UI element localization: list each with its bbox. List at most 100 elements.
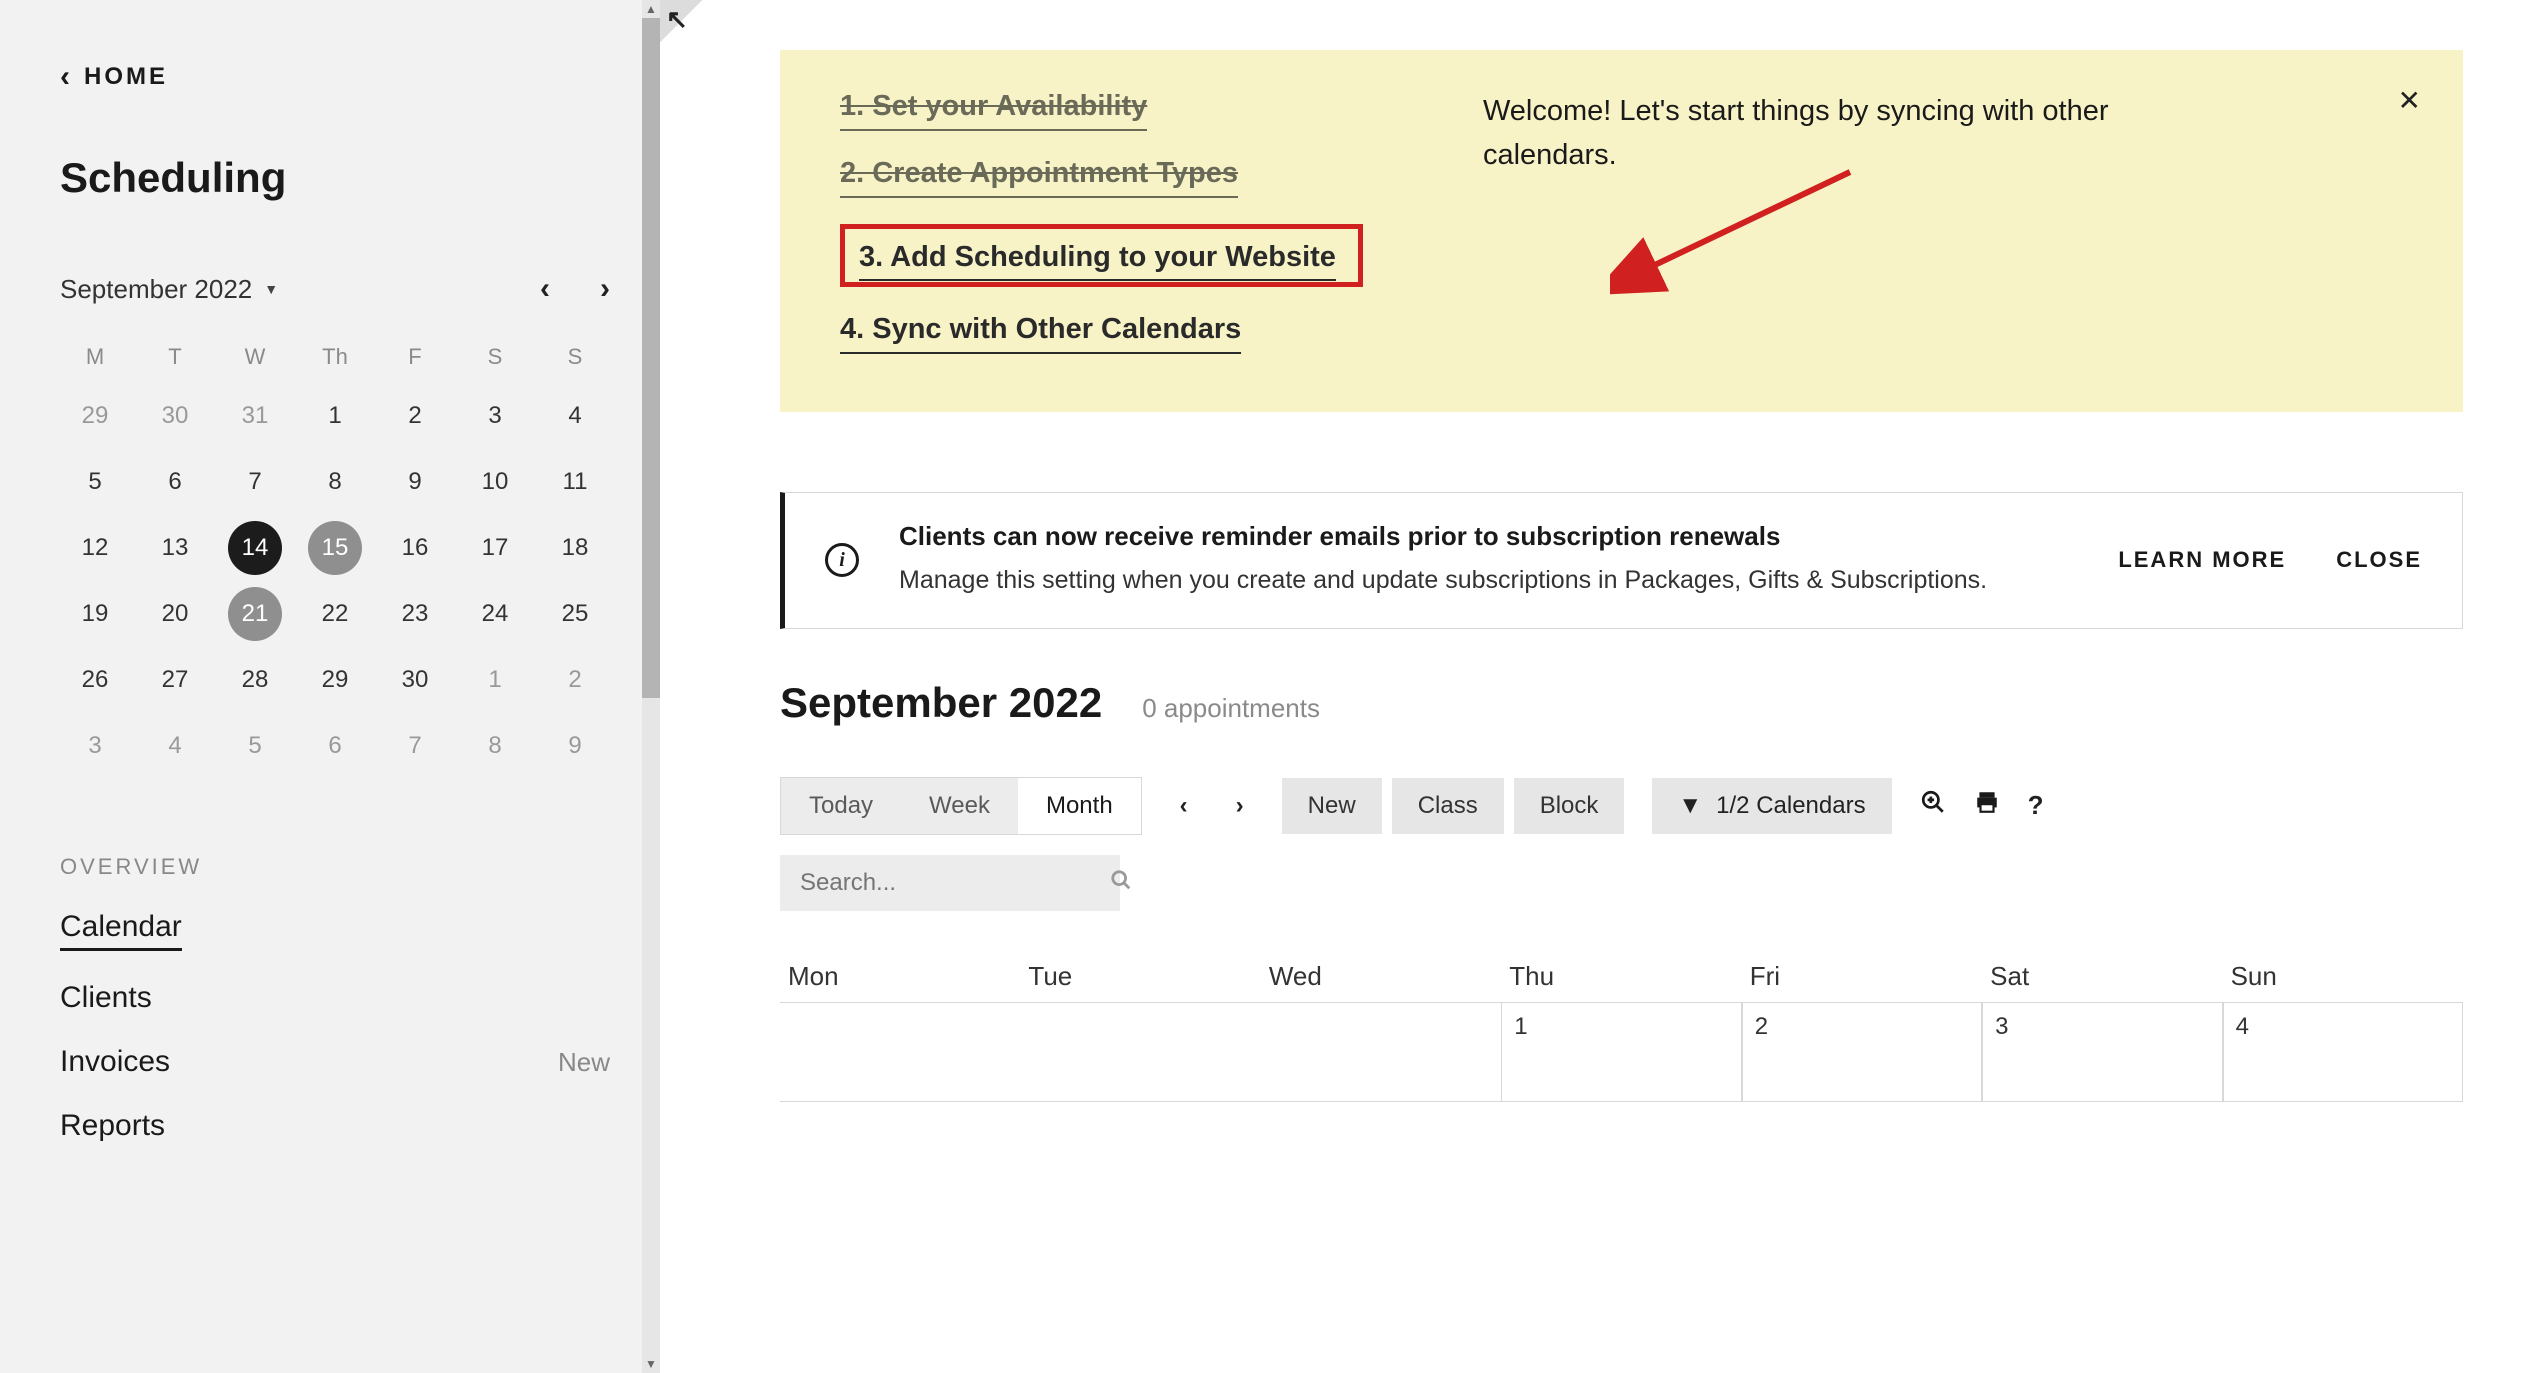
scroll-down-icon[interactable]: ▼ [642, 1355, 660, 1373]
sidebar-scrollbar[interactable]: ▲ ▼ [642, 0, 660, 1373]
onboarding-step-4[interactable]: 4. Sync with Other Calendars [840, 313, 1241, 354]
next-period-button[interactable]: › [1226, 792, 1254, 820]
mini-day[interactable]: 22 [300, 586, 370, 642]
mini-day[interactable]: 21 [220, 586, 290, 642]
calendar-day-header: Fri [1742, 951, 1982, 1002]
block-button[interactable]: Block [1514, 778, 1625, 834]
calendar-day-header: Wed [1261, 951, 1501, 1002]
appointment-count: 0 appointments [1142, 693, 1320, 724]
mini-day[interactable]: 24 [460, 586, 530, 642]
print-icon[interactable] [1974, 789, 2000, 822]
mini-day[interactable]: 30 [140, 388, 210, 444]
scroll-thumb[interactable] [642, 18, 660, 698]
calendar-cell [1261, 1002, 1501, 1102]
sidebar-item-reports[interactable]: Reports [60, 1109, 610, 1143]
view-month-button[interactable]: Month [1018, 778, 1141, 834]
mini-day[interactable]: 7 [380, 718, 450, 774]
caret-down-icon: ▼ [264, 281, 278, 297]
mini-day[interactable]: 19 [60, 586, 130, 642]
mini-day[interactable]: 9 [380, 454, 450, 510]
prev-month-button[interactable]: ‹ [540, 272, 550, 306]
mini-day[interactable]: 14 [220, 520, 290, 576]
close-notice-button[interactable]: CLOSE [2336, 547, 2422, 573]
mini-day[interactable]: 9 [540, 718, 610, 774]
mini-day[interactable]: 7 [220, 454, 290, 510]
mini-day[interactable]: 4 [140, 718, 210, 774]
mini-day[interactable]: 29 [60, 388, 130, 444]
calendar-cell[interactable]: 4 [2223, 1002, 2463, 1102]
mini-day[interactable]: 13 [140, 520, 210, 576]
mini-day[interactable]: 29 [300, 652, 370, 708]
mini-day[interactable]: 5 [60, 454, 130, 510]
sidebar-item-label: Invoices [60, 1045, 170, 1079]
view-today-button[interactable]: Today [781, 778, 901, 834]
mini-day[interactable]: 16 [380, 520, 450, 576]
mini-day[interactable]: 30 [380, 652, 450, 708]
calendar-cell[interactable]: 3 [1982, 1002, 2222, 1102]
month-select[interactable]: September 2022 ▼ [60, 274, 278, 305]
mini-day[interactable]: 27 [140, 652, 210, 708]
onboarding-step-2[interactable]: 2. Create Appointment Types [840, 157, 1238, 198]
onboarding-step-1[interactable]: 1. Set your Availability [840, 90, 1147, 131]
class-button[interactable]: Class [1392, 778, 1504, 834]
calendar-cell[interactable]: 1 [1501, 1002, 1741, 1102]
sidebar-item-clients[interactable]: Clients [60, 981, 610, 1015]
calendar-month-heading: September 2022 [780, 679, 1102, 727]
home-link[interactable]: ‹ HOME [60, 60, 610, 94]
page-title: Scheduling [60, 154, 610, 202]
mini-day[interactable]: 18 [540, 520, 610, 576]
mini-day[interactable]: 6 [300, 718, 370, 774]
next-month-button[interactable]: › [600, 272, 610, 306]
mini-day[interactable]: 6 [140, 454, 210, 510]
mini-day[interactable]: 11 [540, 454, 610, 510]
calendar-filter-button[interactable]: ▼ 1/2 Calendars [1652, 778, 1891, 834]
notice-title: Clients can now receive reminder emails … [899, 521, 2078, 552]
search-icon [1110, 869, 1132, 897]
mini-day[interactable]: 23 [380, 586, 450, 642]
calendar-day-header: Sat [1982, 951, 2222, 1002]
mini-day[interactable]: 12 [60, 520, 130, 576]
mini-day[interactable]: 3 [460, 388, 530, 444]
mini-day[interactable]: 31 [220, 388, 290, 444]
search-input[interactable] [800, 869, 1110, 897]
scroll-up-icon[interactable]: ▲ [642, 0, 660, 18]
prev-period-button[interactable]: ‹ [1170, 792, 1198, 820]
calendar-day-header: Thu [1501, 951, 1741, 1002]
mini-day[interactable]: 1 [460, 652, 530, 708]
calendar-cell[interactable]: 2 [1742, 1002, 1982, 1102]
calendar-day-header: Tue [1020, 951, 1260, 1002]
mini-day[interactable]: 2 [540, 652, 610, 708]
mini-day[interactable]: 28 [220, 652, 290, 708]
sidebar-item-label: Calendar [60, 910, 182, 951]
mini-day[interactable]: 2 [380, 388, 450, 444]
onboarding-step-3[interactable]: 3. Add Scheduling to your Website [859, 241, 1336, 281]
mini-day-header: S [460, 336, 530, 378]
calendar-cell [1020, 1002, 1260, 1102]
mini-day-header: M [60, 336, 130, 378]
mini-day[interactable]: 1 [300, 388, 370, 444]
help-icon[interactable]: ? [2028, 790, 2044, 821]
mini-day[interactable]: 4 [540, 388, 610, 444]
mini-day[interactable]: 15 [300, 520, 370, 576]
mini-day[interactable]: 3 [60, 718, 130, 774]
mini-day[interactable]: 26 [60, 652, 130, 708]
mini-day[interactable]: 8 [460, 718, 530, 774]
learn-more-button[interactable]: LEARN MORE [2118, 547, 2286, 573]
mini-day[interactable]: 10 [460, 454, 530, 510]
sidebar-item-invoices[interactable]: Invoices New [60, 1045, 610, 1079]
month-calendar: MonTueWedThuFriSatSun 1234 [780, 951, 2463, 1102]
zoom-icon[interactable] [1920, 789, 1946, 822]
filter-label: 1/2 Calendars [1716, 792, 1865, 820]
mini-day[interactable]: 25 [540, 586, 610, 642]
new-button[interactable]: New [1282, 778, 1382, 834]
filter-icon: ▼ [1678, 792, 1702, 820]
mini-day[interactable]: 8 [300, 454, 370, 510]
search-box[interactable] [780, 855, 1120, 911]
mini-day[interactable]: 20 [140, 586, 210, 642]
view-week-button[interactable]: Week [901, 778, 1018, 834]
sidebar-item-calendar[interactable]: Calendar [60, 910, 610, 951]
mini-day[interactable]: 17 [460, 520, 530, 576]
close-icon[interactable]: ✕ [2398, 84, 2421, 117]
mini-day-header: W [220, 336, 290, 378]
mini-day[interactable]: 5 [220, 718, 290, 774]
